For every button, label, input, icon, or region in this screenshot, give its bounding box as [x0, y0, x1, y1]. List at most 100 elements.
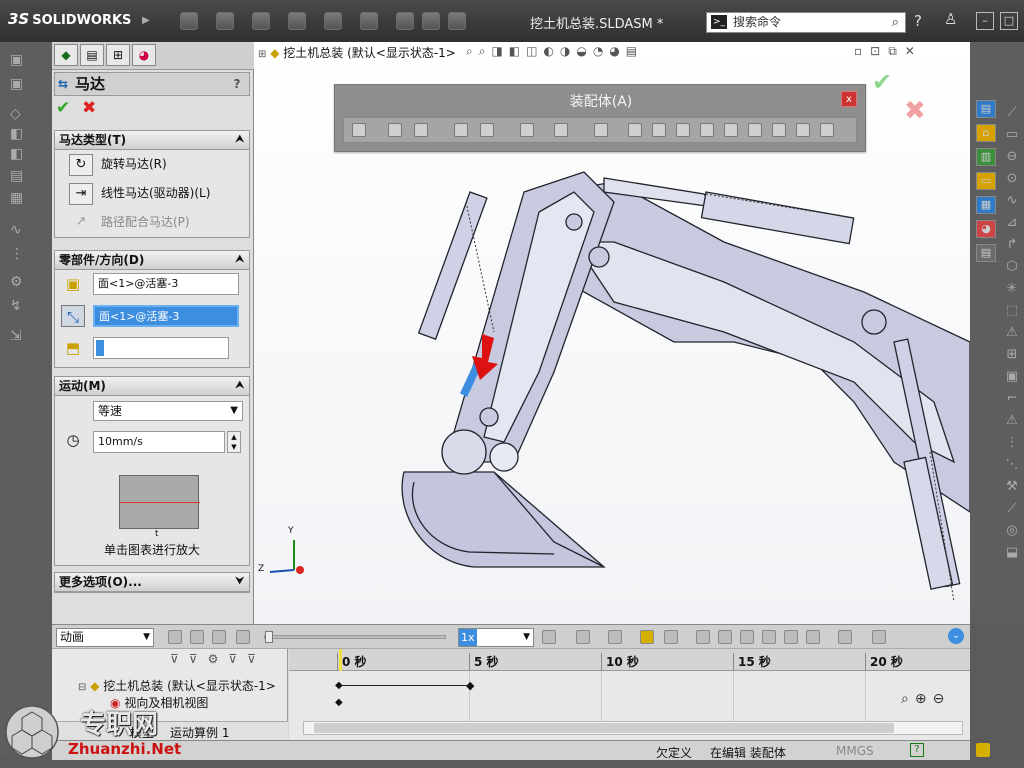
clearance-verification-icon[interactable]	[748, 123, 762, 137]
key-point[interactable]: ◆	[335, 680, 343, 691]
component-icon[interactable]: ▣	[10, 76, 40, 94]
design-library-icon[interactable]: ▥	[976, 148, 996, 166]
motor-location-field[interactable]: 面<1>@活塞-3	[93, 273, 239, 295]
collapse-caret-icon[interactable]: ⮝	[236, 251, 245, 269]
scrollbar-thumb[interactable]	[314, 723, 894, 733]
spring-icon[interactable]	[718, 630, 732, 644]
solidworks-logo[interactable]: 3S SOLIDWORKS	[8, 10, 140, 32]
help-icon[interactable]: ?	[910, 743, 924, 757]
graphics-area[interactable]: ⊞ ◆ 挖土机总装 (默认<显示状态-1> ⌕⌕◨◧◫◐◑◒◔◕▤ ▫⊡⧉✕ Y…	[254, 42, 970, 624]
motor-direction-field[interactable]: 面<1>@活塞-3	[93, 305, 239, 327]
minimize-button[interactable]: –	[976, 12, 994, 30]
confirm-cancel-icon[interactable]: ✖	[904, 96, 926, 126]
rotate-component-icon[interactable]: ◧	[10, 146, 40, 164]
motion-header[interactable]: 运动(M) ⮝	[55, 377, 249, 396]
instant3d-icon[interactable]	[820, 123, 834, 137]
speed-spinner[interactable]: ▲ ▼	[227, 431, 241, 453]
insert-component-icon[interactable]	[352, 123, 366, 137]
play-icon[interactable]	[212, 630, 226, 644]
tab-feature-manager-icon[interactable]: ◆	[54, 44, 78, 66]
hole-alignment-icon[interactable]	[772, 123, 786, 137]
move-component-icon[interactable]: ◧	[10, 126, 40, 144]
appearances-icon[interactable]: ◕	[976, 220, 996, 238]
smart-fastener-icon[interactable]: ▤	[10, 168, 40, 186]
motor-type-header[interactable]: 马达类型(T) ⮝	[55, 131, 249, 150]
tab-display-manager-icon[interactable]: ◕	[132, 44, 156, 66]
interference-detection-icon[interactable]	[724, 123, 738, 137]
collapse-caret-icon[interactable]: ⮝	[236, 131, 245, 149]
timebar-marker[interactable]	[339, 649, 342, 671]
mate-icon[interactable]: ◇	[10, 106, 40, 124]
custom-properties-icon[interactable]: ▤	[976, 244, 996, 262]
help-icon[interactable]: ?	[914, 12, 922, 30]
reference-geometry-icon[interactable]	[594, 123, 608, 137]
motor-icon[interactable]	[696, 630, 710, 644]
user-icon[interactable]: ♙	[944, 10, 957, 28]
reference-geometry-icon[interactable]: ↯	[10, 298, 40, 316]
motion-study-properties-icon[interactable]	[872, 630, 886, 644]
gravity-icon[interactable]	[806, 630, 820, 644]
assembly-features-icon[interactable]	[554, 123, 568, 137]
key-point[interactable]: ◆	[466, 679, 474, 692]
results-plots-icon[interactable]	[838, 630, 852, 644]
view-palette-icon[interactable]: ▦	[976, 196, 996, 214]
relative-component-field[interactable]	[93, 337, 229, 359]
motion-type-select[interactable]: 等速 ▼	[93, 401, 243, 421]
smart-fasteners-icon[interactable]	[454, 123, 468, 137]
linear-pattern-icon[interactable]	[414, 123, 428, 137]
expand-caret-icon[interactable]: ⮟	[236, 573, 245, 591]
autokey-icon[interactable]	[640, 630, 654, 644]
home-icon[interactable]: ⌂	[976, 124, 996, 142]
speed-input[interactable]: 10mm/s	[93, 431, 225, 453]
new-motion-study-icon[interactable]	[628, 123, 642, 137]
circular-pattern-icon[interactable]: ⋮	[10, 246, 40, 264]
calculate-icon[interactable]	[168, 630, 182, 644]
motion-profile-graph[interactable]	[119, 475, 200, 529]
restore-button[interactable]: □	[1000, 12, 1018, 30]
cancel-x-button[interactable]: ✖	[82, 98, 96, 118]
tree-root-item[interactable]: ⊟ ◆ 挖土机总装 (默认<显示状态-1>	[78, 677, 276, 694]
more-options-header[interactable]: 更多选项(O)... ⮟	[55, 573, 249, 592]
timeline[interactable]: 0 秒 5 秒 10 秒 15 秒 20 秒 ◆ ◆ ◆ ⌕⊕⊖	[289, 649, 970, 741]
play-from-start-icon[interactable]	[190, 630, 204, 644]
sketch-tools-strip[interactable]: ⟋ ▭ ⊖ ⊙ ∿ ⊿ ↱ ⬡ ✳ ⬚ ⚠ ⊞ ▣ ⌐ ⚠ ⋮ ⋱ ⚒ ⟋ ◎ ⬓	[1002, 102, 1022, 622]
playback-slider[interactable]	[264, 631, 446, 643]
contact-icon[interactable]	[784, 630, 798, 644]
move-component-icon[interactable]	[480, 123, 494, 137]
motion-filter-icons[interactable]: ⊽⊽⚙⊽⊽	[170, 652, 280, 670]
new-document-icon[interactable]	[180, 12, 198, 30]
rebuild-icon[interactable]	[396, 12, 414, 30]
force-icon[interactable]	[762, 630, 776, 644]
stop-icon[interactable]	[236, 630, 250, 644]
damper-icon[interactable]	[740, 630, 754, 644]
linear-pattern-icon[interactable]: ∿	[10, 222, 40, 240]
select-pointer-icon[interactable]	[360, 12, 378, 30]
file-properties-icon[interactable]	[422, 12, 440, 30]
units-status[interactable]: MMGS	[836, 744, 874, 758]
exploded-view-icon[interactable]	[676, 123, 690, 137]
linear-motor-option[interactable]: ⇥ 线性马达(驱动器)(L)	[69, 182, 245, 206]
confirm-ok-icon[interactable]: ✔	[872, 68, 892, 96]
playback-mode-icon[interactable]	[542, 630, 556, 644]
collapse-caret-icon[interactable]: ⮝	[236, 377, 245, 395]
slider-knob[interactable]	[265, 631, 273, 643]
collapse-icon[interactable]: ⊟	[78, 682, 86, 693]
print-icon[interactable]	[288, 12, 306, 30]
assembly-features-icon[interactable]: ⚙	[10, 274, 40, 292]
sketch-icon[interactable]: ▣	[10, 52, 40, 70]
animation-wizard-icon[interactable]	[608, 630, 622, 644]
timeline-scrollbar[interactable]	[303, 721, 963, 735]
tab-property-manager-icon[interactable]: ▤	[80, 44, 104, 66]
save-animation-icon[interactable]	[576, 630, 590, 644]
file-explorer-icon[interactable]: ▭	[976, 172, 996, 190]
close-icon[interactable]: x	[841, 91, 857, 107]
rotary-motor-option[interactable]: ↻ 旋转马达(R)	[69, 153, 245, 177]
path-mate-motor-option[interactable]: ↗ 路径配合马达(P)	[69, 211, 245, 235]
tag-icon[interactable]	[976, 743, 990, 757]
add-key-icon[interactable]	[664, 630, 678, 644]
show-hidden-icon[interactable]	[520, 123, 534, 137]
component-direction-header[interactable]: 零部件/方向(D) ⮝	[55, 251, 249, 270]
solidworks-resources-icon[interactable]: ▤	[976, 100, 996, 118]
ok-check-button[interactable]: ✔	[56, 98, 70, 118]
key-point[interactable]: ◆	[335, 697, 343, 708]
